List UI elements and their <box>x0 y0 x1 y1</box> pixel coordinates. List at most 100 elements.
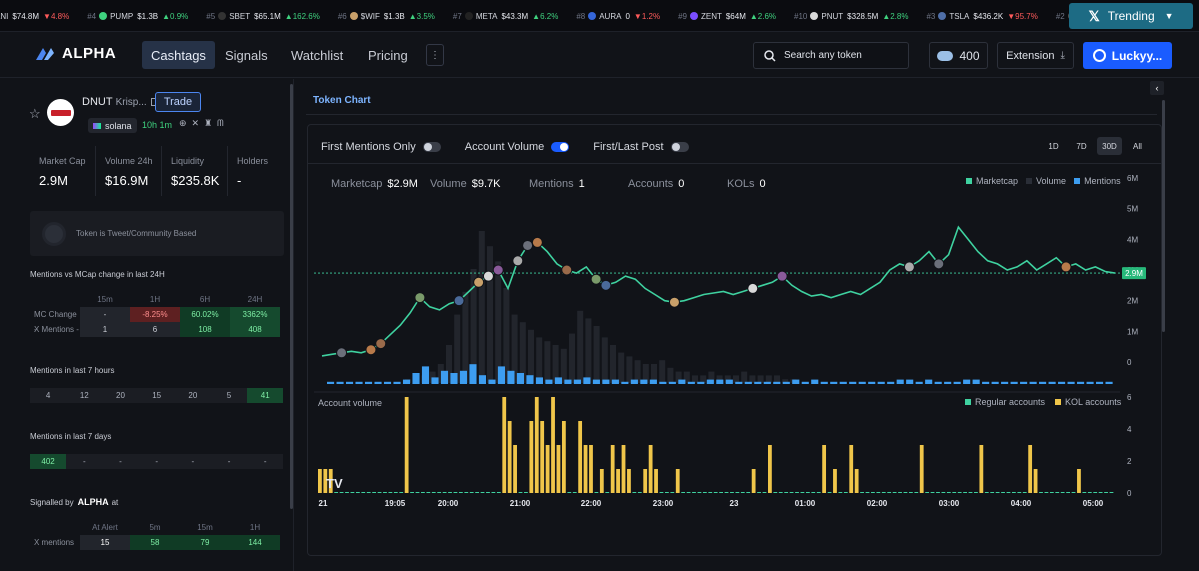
mention-bar <box>735 381 743 384</box>
mention-bar <box>849 381 857 384</box>
regular-account-bar <box>1049 492 1054 493</box>
account-y-tick-label: 6 <box>1127 393 1132 402</box>
mention-bar <box>687 381 695 384</box>
regular-account-bar <box>984 492 989 493</box>
volume-bar <box>478 231 485 383</box>
regular-account-bar <box>469 492 474 493</box>
mention-bar <box>906 379 914 384</box>
regular-account-bar <box>892 492 897 493</box>
mention-bar <box>868 381 876 384</box>
mention-bar <box>697 381 705 384</box>
kol-account-bar <box>545 445 550 493</box>
mention-bar <box>1039 381 1047 384</box>
mention-avatar-marker <box>482 270 494 282</box>
regular-account-bar <box>740 492 745 493</box>
regular-account-bar <box>1060 492 1065 493</box>
kol-account-bar <box>507 421 512 493</box>
mention-avatar-marker <box>414 292 426 304</box>
mention-bar <box>488 379 496 384</box>
kol-account-bar <box>1077 469 1081 493</box>
regular-account-bar <box>746 492 751 493</box>
x-tick-label: 03:00 <box>939 499 960 508</box>
regular-account-bar <box>475 492 480 493</box>
x-tick-label: 21:00 <box>510 499 531 508</box>
mention-bar <box>820 381 828 384</box>
mention-avatar-marker <box>668 296 680 308</box>
volume-bar <box>626 356 633 383</box>
regular-account-bar <box>1011 492 1016 493</box>
mention-bar <box>858 381 866 384</box>
mention-bar <box>1048 381 1056 384</box>
regular-account-bar <box>914 492 919 493</box>
x-tick-label: 21 <box>319 499 328 508</box>
mention-bar <box>526 375 534 384</box>
regular-account-bar <box>632 492 637 493</box>
regular-account-bar <box>1082 492 1087 493</box>
kol-account-bar <box>654 469 658 493</box>
regular-account-bar <box>355 492 360 493</box>
mention-bar <box>725 379 733 384</box>
regular-account-bar <box>805 492 810 493</box>
volume-bar <box>741 371 748 383</box>
kol-account-bar <box>768 445 772 493</box>
mention-bar <box>934 381 942 384</box>
regular-account-bar <box>437 492 442 493</box>
mention-bar <box>811 379 819 384</box>
marketcap-line <box>321 225 1116 357</box>
mention-avatar-marker <box>590 273 602 285</box>
mention-bar <box>1058 381 1066 384</box>
kol-account-bar <box>578 421 583 493</box>
token-price-chart[interactable]: 6M5M4M3M2M1M02.9M6420TV2119:0520:0021:00… <box>0 0 1199 571</box>
regular-account-bar <box>334 492 339 493</box>
regular-account-bar <box>816 492 821 493</box>
regular-account-bar <box>1087 492 1092 493</box>
mention-bar <box>963 379 971 384</box>
kol-account-bar <box>540 421 545 493</box>
regular-account-bar <box>898 492 902 493</box>
regular-account-bar <box>681 492 686 493</box>
regular-account-bar <box>1104 492 1108 493</box>
kol-account-bar <box>583 445 588 493</box>
regular-account-bar <box>480 492 485 493</box>
mention-bar <box>716 379 724 384</box>
mention-bar <box>545 379 553 384</box>
mention-bar <box>421 366 430 384</box>
mention-bar <box>364 381 373 384</box>
volume-bar <box>544 341 551 383</box>
regular-account-bar <box>881 492 886 493</box>
regular-account-bar <box>415 492 420 493</box>
regular-account-bar <box>491 492 496 493</box>
regular-account-bar <box>448 492 452 493</box>
regular-account-bar <box>811 492 816 493</box>
regular-account-bar <box>496 492 501 493</box>
regular-account-bar <box>372 492 377 493</box>
volume-bar <box>536 337 543 383</box>
regular-account-bar <box>974 492 978 493</box>
regular-account-bar <box>730 492 734 493</box>
regular-account-bar <box>713 492 718 493</box>
mention-avatar-marker <box>453 295 465 307</box>
mention-bar <box>592 379 600 384</box>
volume-bar <box>593 326 600 383</box>
kol-account-bar <box>854 469 859 493</box>
regular-account-bar <box>903 492 908 493</box>
volume-bar <box>454 314 461 383</box>
x-tick-label: 05:00 <box>1083 499 1104 508</box>
regular-account-bar <box>377 492 382 493</box>
regular-account-bar <box>963 492 967 493</box>
account-y-tick-label: 0 <box>1127 489 1132 498</box>
regular-account-bar <box>664 492 669 493</box>
regular-account-bar <box>930 492 935 493</box>
regular-account-bar <box>605 492 610 493</box>
volume-bar <box>610 345 616 383</box>
kol-account-bar <box>1028 445 1033 493</box>
regular-account-bar <box>757 492 761 493</box>
regular-account-bar <box>637 492 642 493</box>
kol-account-bar <box>502 397 507 493</box>
mention-bar <box>374 381 382 384</box>
regular-account-bar <box>827 492 832 493</box>
kol-account-bar <box>643 469 648 493</box>
mention-avatar-marker <box>375 338 387 350</box>
kol-account-bar <box>648 445 653 493</box>
regular-account-bar <box>968 492 973 493</box>
